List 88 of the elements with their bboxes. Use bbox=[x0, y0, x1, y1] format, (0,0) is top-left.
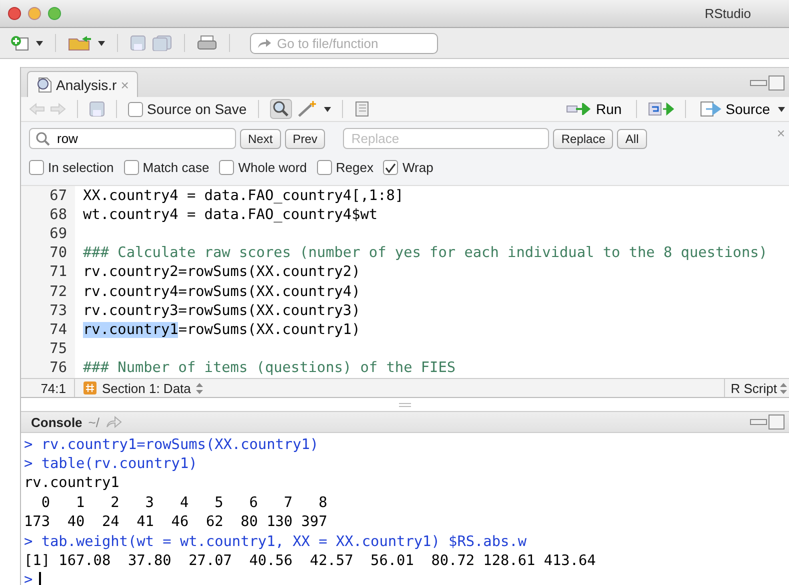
rerun-icon[interactable] bbox=[648, 102, 674, 116]
close-window-icon[interactable] bbox=[8, 7, 21, 20]
caret-icon[interactable] bbox=[324, 106, 331, 112]
section-icon bbox=[83, 381, 97, 395]
source-button[interactable]: Source bbox=[696, 101, 773, 117]
working-directory: ~/ bbox=[88, 414, 100, 430]
minimize-icon bbox=[750, 80, 767, 86]
option-checkbox[interactable] bbox=[316, 160, 332, 175]
code-comment: ### Number of items (questions) of the FIES bbox=[83, 360, 456, 376]
splitter-handle-icon[interactable] bbox=[399, 402, 411, 406]
console-title: Console bbox=[31, 414, 82, 430]
line-number: 70 bbox=[21, 244, 75, 263]
line-number: 69 bbox=[21, 224, 75, 244]
tab-label: Analysis.r bbox=[56, 76, 117, 92]
console-output: [1] 167.08 37.80 27.07 40.56 42.57 56.01 80.72 128.61 413.64 bbox=[24, 553, 596, 570]
r-file-icon bbox=[36, 76, 52, 92]
maximize-icon bbox=[768, 414, 785, 430]
console-command: > rv.country1=rowSums(XX.country1) bbox=[24, 436, 319, 453]
arrow-icon bbox=[257, 38, 271, 48]
find-field[interactable]: row bbox=[29, 128, 236, 149]
option-label: Whole word bbox=[238, 160, 307, 175]
up-down-icon[interactable] bbox=[780, 382, 787, 394]
line-number: 75 bbox=[21, 340, 75, 359]
replace-field[interactable]: Replace bbox=[343, 128, 550, 149]
save-icon[interactable] bbox=[89, 101, 105, 117]
code-comment: ### Calculate raw scores (number of yes for each individual to the 8 questions) bbox=[83, 245, 768, 262]
minimize-window-icon[interactable] bbox=[28, 7, 41, 20]
caret-icon[interactable] bbox=[98, 40, 105, 46]
option-label: Wrap bbox=[402, 160, 434, 175]
line-number: 76 bbox=[21, 358, 75, 378]
option-label: Regex bbox=[336, 160, 374, 175]
search-icon[interactable] bbox=[270, 99, 292, 119]
cursor-position: 74:1 bbox=[21, 379, 75, 397]
caret-icon[interactable] bbox=[778, 106, 785, 112]
code-line: rv.country3=rowSums(XX.country3) bbox=[83, 302, 360, 319]
magic-wand-icon[interactable] bbox=[296, 100, 319, 118]
source-on-save-label: Source on Save bbox=[147, 101, 247, 117]
code-line: XX.country4 = data.FAO_country4[,1:8] bbox=[83, 188, 404, 204]
console-command: > tab.weight(wt = wt.country1, XX = XX.country1) $RS.abs.w bbox=[24, 534, 527, 550]
arrow-icon[interactable] bbox=[106, 416, 122, 428]
go-to-file-field[interactable]: Go to file/function bbox=[250, 32, 438, 54]
notebook-icon[interactable] bbox=[354, 101, 370, 117]
section-label[interactable]: Section 1: Data bbox=[102, 380, 191, 396]
code-line: rv.country1=rowSums(XX.country1) bbox=[83, 322, 360, 338]
replace-button[interactable]: Replace bbox=[553, 128, 614, 148]
folder-icon[interactable] bbox=[68, 35, 92, 51]
line-number: 68 bbox=[21, 205, 75, 224]
code-line: rv.country4=rowSums(XX.country4) bbox=[83, 284, 360, 300]
option-label: In selection bbox=[48, 160, 114, 175]
next-button[interactable]: Next bbox=[240, 128, 281, 148]
line-number: 71 bbox=[21, 262, 75, 282]
console-output: rv.country1 bbox=[24, 475, 120, 492]
up-down-icon[interactable] bbox=[196, 382, 203, 394]
save-icon[interactable] bbox=[130, 35, 146, 51]
save-all-icon[interactable] bbox=[152, 35, 172, 51]
console-prompt: > bbox=[24, 572, 33, 585]
option-label: Match case bbox=[142, 160, 210, 175]
editor-tab[interactable]: Analysis.r × bbox=[27, 71, 138, 97]
console-command: > table(rv.country1) bbox=[24, 456, 198, 472]
console-output: 173 40 24 41 46 62 80 130 397 bbox=[24, 514, 328, 530]
line-number: 74 bbox=[21, 320, 75, 340]
window-title: RStudio bbox=[704, 6, 751, 21]
run-button[interactable]: Run bbox=[562, 101, 625, 117]
text-cursor bbox=[38, 572, 41, 585]
option-checkbox[interactable] bbox=[124, 160, 139, 175]
zoom-window-icon[interactable] bbox=[48, 7, 61, 20]
source-arrow-icon bbox=[700, 101, 722, 117]
replace-all-button[interactable]: All bbox=[617, 128, 647, 148]
option-checkbox[interactable] bbox=[383, 160, 398, 175]
code-line: rv.country2=rowSums(XX.country2) bbox=[83, 264, 360, 280]
line-number: 73 bbox=[21, 301, 75, 320]
console-output: 0 1 2 3 4 5 6 7 8 bbox=[40, 494, 328, 511]
source-on-save-checkbox[interactable] bbox=[128, 102, 143, 116]
search-icon bbox=[36, 132, 50, 146]
minimize-icon bbox=[750, 419, 767, 425]
caret-icon[interactable] bbox=[36, 40, 43, 46]
code-line: wt.country4 = data.FAO_country4$wt bbox=[83, 206, 378, 223]
line-number: 67 bbox=[21, 186, 75, 206]
option-checkbox[interactable] bbox=[219, 160, 234, 175]
new-file-icon[interactable] bbox=[10, 35, 30, 51]
line-number: 72 bbox=[21, 282, 75, 302]
printer-icon[interactable] bbox=[197, 35, 217, 51]
option-checkbox[interactable] bbox=[29, 160, 44, 175]
run-arrow-icon bbox=[566, 103, 592, 115]
file-type-label[interactable]: R Script bbox=[730, 380, 777, 396]
prev-button[interactable]: Prev bbox=[284, 128, 326, 148]
maximize-icon bbox=[768, 74, 785, 90]
checkmark-icon bbox=[385, 162, 396, 172]
